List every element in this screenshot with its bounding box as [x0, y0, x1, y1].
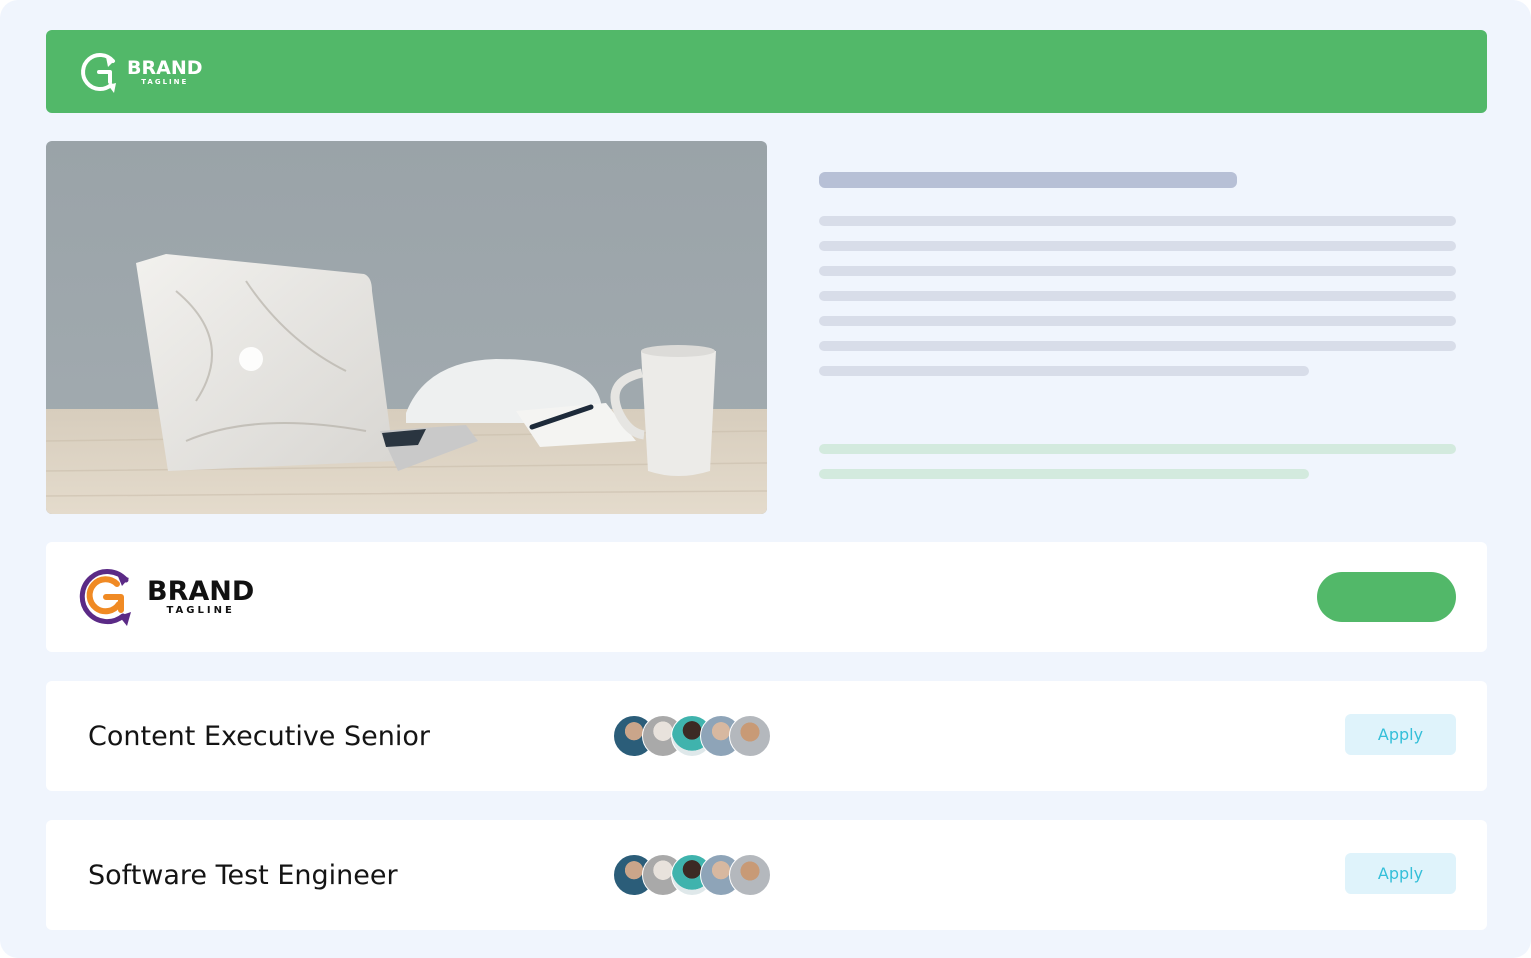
company-cta-button[interactable] — [1317, 572, 1456, 622]
company-brand-name: BRAND — [147, 576, 255, 607]
skeleton-link-line — [819, 444, 1456, 454]
company-brand-tagline: TAGLINE — [166, 605, 235, 616]
hero-image — [46, 141, 767, 514]
job-row: Content Executive Senior Apply — [46, 681, 1487, 791]
laptop-desk-photo — [46, 141, 767, 514]
applicant-avatars — [613, 715, 771, 757]
job-title[interactable]: Software Test Engineer — [88, 820, 398, 930]
job-row: Software Test Engineer Apply — [46, 820, 1487, 930]
page: BRAND TAGLINE BRAND TAGLINE Content Exec… — [0, 0, 1531, 958]
skeleton-line — [819, 241, 1456, 251]
skeleton-line — [819, 216, 1456, 226]
applicant-avatars — [613, 854, 771, 896]
job-title[interactable]: Content Executive Senior — [88, 681, 430, 791]
skeleton-line — [819, 266, 1456, 276]
skeleton-heading — [819, 172, 1237, 188]
skeleton-line — [819, 366, 1309, 376]
header-brand-tagline: TAGLINE — [141, 77, 189, 86]
company-card: BRAND TAGLINE — [46, 542, 1487, 652]
skeleton-link-line — [819, 469, 1309, 479]
avatar — [729, 854, 771, 896]
company-logo[interactable]: BRAND TAGLINE — [73, 564, 254, 630]
skeleton-line — [819, 291, 1456, 301]
header-brand-name: BRAND — [127, 56, 203, 79]
apply-button[interactable]: Apply — [1345, 853, 1456, 894]
brand-logo-icon — [79, 569, 131, 626]
header-logo[interactable]: BRAND TAGLINE — [76, 49, 203, 95]
apply-button[interactable]: Apply — [1345, 714, 1456, 755]
avatar — [729, 715, 771, 757]
skeleton-line — [819, 316, 1456, 326]
header-bar: BRAND TAGLINE — [46, 30, 1487, 113]
skeleton-line — [819, 341, 1456, 351]
brand-logo-icon — [81, 53, 116, 93]
